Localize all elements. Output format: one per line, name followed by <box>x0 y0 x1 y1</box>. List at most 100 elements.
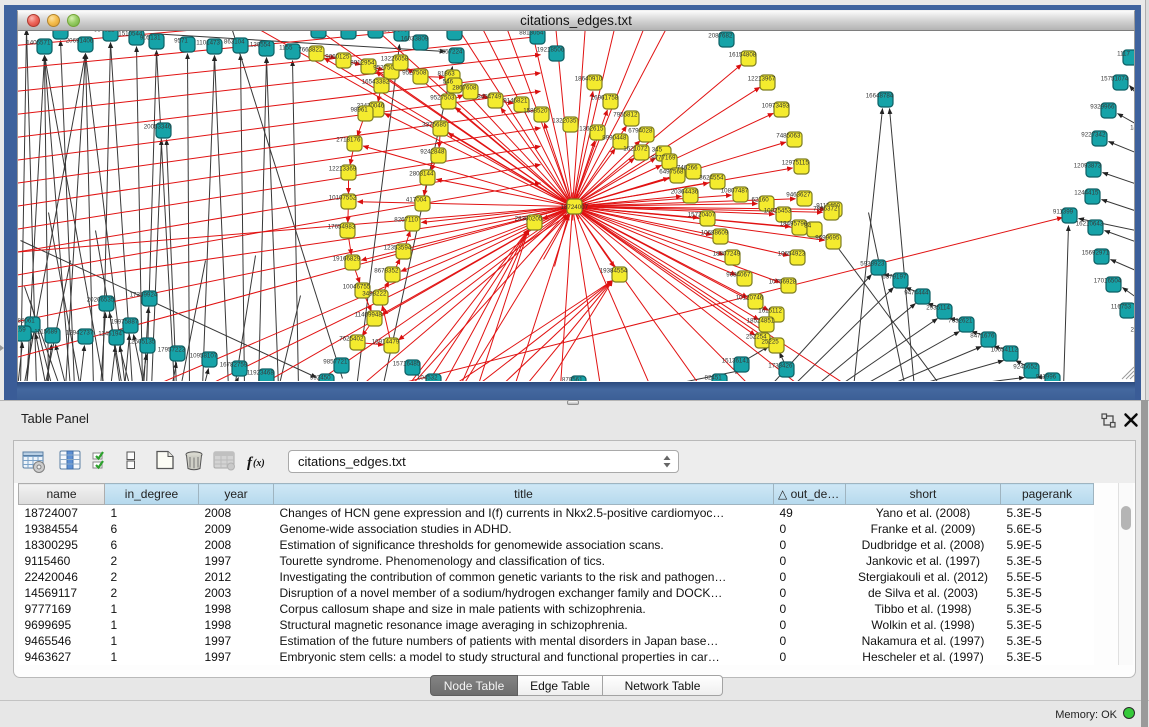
svg-text:15716485: 15716485 <box>393 360 421 367</box>
svg-text:12505135: 12505135 <box>128 338 156 345</box>
svg-text:16033809: 16033809 <box>401 35 429 42</box>
svg-text:7886372: 7886372 <box>813 205 838 212</box>
svg-text:104532: 104532 <box>417 374 438 381</box>
svg-text:16543382: 16543382 <box>362 78 390 85</box>
svg-text:11409948: 11409948 <box>355 311 383 318</box>
svg-text:85061: 85061 <box>18 317 35 324</box>
svg-text:16914479: 16914479 <box>372 338 400 345</box>
svg-text:3375685: 3375685 <box>422 121 447 128</box>
svg-text:16154808: 16154808 <box>729 51 757 58</box>
svg-text:15692971: 15692971 <box>1082 249 1110 256</box>
svg-text:10688609: 10688609 <box>701 229 729 236</box>
svg-text:116753: 116753 <box>1111 303 1132 310</box>
svg-text:19654923: 19654923 <box>778 250 806 257</box>
svg-text:746266: 746266 <box>677 164 698 171</box>
svg-text:10654112: 10654112 <box>991 346 1019 353</box>
svg-text:10120746: 10120746 <box>736 294 764 301</box>
svg-text:1145194: 1145194 <box>98 330 122 337</box>
svg-text:9146821: 9146821 <box>503 97 528 104</box>
svg-text:9329966: 9329966 <box>1090 103 1115 110</box>
svg-text:11923468: 11923468 <box>247 369 275 376</box>
svg-text:81863: 81863 <box>438 70 456 77</box>
svg-text:13226058: 13226058 <box>381 55 409 62</box>
svg-text:15751074: 15751074 <box>1101 75 1129 82</box>
svg-text:20206535: 20206535 <box>87 296 115 303</box>
svg-text:2803144: 2803144 <box>409 170 434 177</box>
svg-text:99159: 99159 <box>18 326 26 333</box>
svg-text:2867608: 2867608 <box>452 84 477 91</box>
svg-text:20314: 20314 <box>1131 326 1136 333</box>
svg-text:210653: 210653 <box>438 31 459 33</box>
svg-text:19218506: 19218506 <box>537 46 565 53</box>
svg-text:8813054: 8813054 <box>519 31 544 37</box>
svg-text:10807487: 10807487 <box>721 187 749 194</box>
svg-text:19166829: 19166829 <box>333 255 361 262</box>
svg-text:1115689: 1115689 <box>34 328 58 335</box>
svg-text:19384554: 19384554 <box>600 267 628 274</box>
svg-text:20691406: 20691406 <box>66 37 94 44</box>
svg-text:9463627: 9463627 <box>786 191 811 198</box>
svg-text:10046755: 10046755 <box>343 283 371 290</box>
svg-text:12975115: 12975115 <box>782 159 810 166</box>
svg-text:12353594: 12353594 <box>384 244 412 251</box>
svg-text:2087682: 2087682 <box>708 32 733 39</box>
svg-text:8990448: 8990448 <box>602 134 627 141</box>
svg-text:1733426: 1733426 <box>768 362 793 369</box>
svg-text:10973493: 10973493 <box>762 102 790 109</box>
svg-text:3624554: 3624554 <box>699 174 724 181</box>
svg-text:345: 345 <box>652 146 663 153</box>
svg-text:1615112: 1615112 <box>758 307 782 314</box>
svg-text:20364436: 20364436 <box>671 188 699 195</box>
svg-text:1588520: 1588520 <box>523 107 548 114</box>
svg-text:10958107: 10958107 <box>190 352 218 359</box>
svg-text:84: 84 <box>804 222 811 229</box>
svg-text:1244415: 1244415 <box>1074 189 1099 196</box>
svg-text:6794028: 6794028 <box>628 127 653 134</box>
svg-text:9227342: 9227342 <box>1081 131 1106 138</box>
svg-text:12942737: 12942737 <box>66 329 94 336</box>
svg-text:9084067: 9084067 <box>726 271 751 278</box>
svg-text:9242848: 9242848 <box>420 148 445 155</box>
svg-text:98961: 98961 <box>351 106 369 113</box>
svg-text:911996: 911996 <box>1036 373 1057 380</box>
svg-text:10107552: 10107552 <box>329 194 357 201</box>
svg-text:19975887: 19975887 <box>111 318 139 325</box>
svg-text:992450: 992450 <box>310 374 331 381</box>
svg-text:1155: 1155 <box>279 44 293 51</box>
svg-text:8912954: 8912954 <box>350 59 375 66</box>
svg-text:25225: 25225 <box>762 338 780 345</box>
svg-text:16782759: 16782759 <box>220 361 248 368</box>
svg-text:870561: 870561 <box>562 376 583 381</box>
svg-text:417004: 417004 <box>406 196 427 203</box>
svg-text:18640910: 18640910 <box>575 75 603 82</box>
svg-text:1405571: 1405571 <box>26 39 51 46</box>
svg-text:20053346: 20053346 <box>144 123 172 130</box>
svg-text:7663822: 7663822 <box>298 46 323 53</box>
svg-text:863104: 863104 <box>224 38 245 45</box>
svg-text:7857224: 7857224 <box>438 48 463 55</box>
svg-text:62160: 62160 <box>752 196 770 203</box>
svg-text:9777169: 9777169 <box>651 154 676 161</box>
svg-text:12213967: 12213967 <box>748 75 776 82</box>
svg-text:9245652: 9245652 <box>1013 363 1038 370</box>
svg-text:130554: 130554 <box>250 41 271 48</box>
svg-text:17359924: 17359924 <box>130 291 158 298</box>
svg-text:7955812: 7955812 <box>613 111 638 118</box>
svg-text:9699695: 9699695 <box>815 234 840 241</box>
svg-text:1322035: 1322035 <box>552 117 577 124</box>
svg-text:1101473: 1101473 <box>196 39 220 46</box>
svg-text:2718176: 2718176 <box>336 136 361 143</box>
svg-text:18524851: 18524851 <box>747 317 775 324</box>
svg-text:5938923: 5938923 <box>860 260 885 267</box>
svg-text:8267110: 8267110 <box>394 216 418 223</box>
svg-text:16648784: 16648784 <box>866 92 894 99</box>
svg-text:82451: 82451 <box>705 374 723 381</box>
svg-text:9571: 9571 <box>174 37 188 44</box>
svg-text:17016504: 17016504 <box>1094 277 1122 284</box>
svg-text:18724007: 18724007 <box>561 203 589 210</box>
svg-text:17654983: 17654983 <box>328 223 356 230</box>
svg-text:1195: 1195 <box>335 31 349 32</box>
svg-text:9660125: 9660125 <box>325 53 350 60</box>
svg-text:8678352: 8678352 <box>374 267 399 274</box>
svg-text:994612: 994612 <box>94 31 115 34</box>
